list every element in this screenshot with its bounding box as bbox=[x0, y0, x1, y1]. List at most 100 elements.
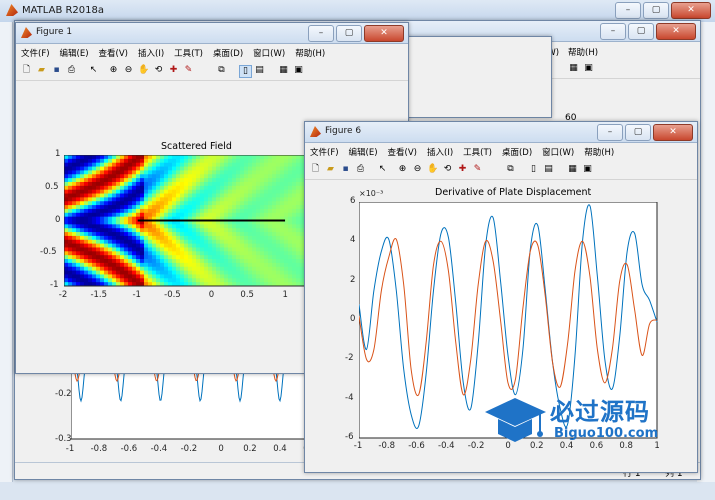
menu-file[interactable]: 文件(F) bbox=[305, 144, 344, 158]
heatmap-cell bbox=[252, 259, 257, 264]
figure6-close-button[interactable]: ✕ bbox=[653, 124, 693, 141]
heatmap-cell bbox=[256, 205, 261, 210]
middle-figure-window[interactable] bbox=[400, 36, 552, 118]
heatmap-cell bbox=[160, 155, 165, 160]
heatmap-cell bbox=[144, 251, 149, 256]
menu-desktop[interactable]: 桌面(D) bbox=[208, 45, 248, 59]
legend-icon[interactable]: ▤ bbox=[254, 65, 265, 76]
heatmap-cell bbox=[88, 197, 93, 202]
link-plot-icon[interactable]: ⧉ bbox=[216, 65, 227, 76]
heatmap-cell bbox=[224, 205, 229, 210]
heatmap-cell bbox=[120, 212, 125, 218]
open-icon[interactable]: ▰ bbox=[325, 164, 336, 175]
menu-tools[interactable]: 工具(T) bbox=[169, 45, 208, 59]
heatmap-cell bbox=[204, 166, 209, 171]
open-icon[interactable]: ▰ bbox=[36, 65, 47, 76]
menu-view[interactable]: 查看(V) bbox=[94, 45, 133, 59]
menu-tools[interactable]: 工具(T) bbox=[458, 144, 497, 158]
pointer-icon[interactable]: ↖ bbox=[377, 164, 388, 175]
menu-desktop[interactable]: 桌面(D) bbox=[497, 144, 537, 158]
save-icon[interactable]: ▪ bbox=[51, 65, 62, 76]
figure6-minimize-button[interactable]: – bbox=[597, 124, 623, 141]
menu-help[interactable]: 帮助(H) bbox=[290, 45, 330, 59]
bg-maximize-button[interactable]: ▢ bbox=[628, 23, 654, 40]
heatmap-cell bbox=[280, 239, 285, 245]
zoom-in-icon[interactable]: ⊕ bbox=[108, 65, 119, 76]
heatmap-cell bbox=[256, 228, 261, 233]
main-minimize-button[interactable]: – bbox=[615, 2, 641, 19]
menu-window[interactable]: 窗口(W) bbox=[537, 144, 579, 158]
heatmap-cell bbox=[160, 181, 165, 187]
heatmap-cell bbox=[156, 243, 161, 248]
pan-icon[interactable]: ✋ bbox=[427, 164, 438, 175]
zoom-out-icon[interactable]: ⊖ bbox=[412, 164, 423, 175]
hide-plot-tools-icon[interactable]: ▦ bbox=[278, 65, 289, 76]
bg-close-button[interactable]: ✕ bbox=[656, 23, 696, 40]
heatmap-cell bbox=[164, 247, 169, 252]
rotate-icon[interactable]: ⟲ bbox=[153, 65, 164, 76]
show-plot-tools-icon[interactable]: ▣ bbox=[582, 164, 593, 175]
heatmap-cell bbox=[224, 189, 229, 195]
heatmap-cell bbox=[116, 193, 121, 198]
bg-menu-help-2[interactable]: 帮助(H) bbox=[568, 46, 598, 58]
heatmap-cell bbox=[232, 266, 237, 272]
menu-window[interactable]: 窗口(W) bbox=[248, 45, 290, 59]
bg-minimize-button[interactable]: – bbox=[600, 23, 626, 40]
heatmap-cell bbox=[152, 162, 157, 168]
heatmap-cell bbox=[80, 166, 85, 171]
figure1-close-button[interactable]: ✕ bbox=[364, 25, 404, 42]
pan-icon[interactable]: ✋ bbox=[138, 65, 149, 76]
brush-icon[interactable]: ✎ bbox=[472, 164, 483, 175]
bg-xtick: -0.6 bbox=[120, 444, 138, 454]
figure1-minimize-button[interactable]: – bbox=[308, 25, 334, 42]
heatmap-cell bbox=[92, 208, 97, 214]
heatmap-cell bbox=[232, 262, 237, 268]
save-icon[interactable]: ▪ bbox=[340, 164, 351, 175]
pointer-icon[interactable]: ↖ bbox=[88, 65, 99, 76]
heatmap-cell bbox=[124, 208, 129, 214]
print-icon[interactable]: ⎙ bbox=[355, 164, 366, 175]
bg-grid-icon-2[interactable]: ▦ bbox=[568, 63, 579, 74]
menu-insert[interactable]: 插入(I) bbox=[133, 45, 169, 59]
bg-layout-icon-2[interactable]: ▣ bbox=[583, 63, 594, 74]
print-icon[interactable]: ⎙ bbox=[66, 65, 77, 76]
new-figure-icon[interactable]: 🗋 bbox=[21, 65, 32, 76]
link-plot-icon[interactable]: ⧉ bbox=[505, 164, 516, 175]
zoom-in-icon[interactable]: ⊕ bbox=[397, 164, 408, 175]
data-cursor-icon[interactable]: ✚ bbox=[457, 164, 468, 175]
rotate-icon[interactable]: ⟲ bbox=[442, 164, 453, 175]
colorbar-icon[interactable]: ▯ bbox=[528, 164, 539, 175]
new-figure-icon[interactable]: 🗋 bbox=[310, 164, 321, 175]
heatmap-cell bbox=[260, 170, 265, 175]
menu-file[interactable]: 文件(F) bbox=[16, 45, 55, 59]
data-cursor-icon[interactable]: ✚ bbox=[168, 65, 179, 76]
heatmap-cell bbox=[212, 274, 217, 279]
brush-icon[interactable]: ✎ bbox=[183, 65, 194, 76]
heatmap-cell bbox=[208, 189, 213, 195]
colorbar-icon[interactable]: ▯ bbox=[239, 65, 252, 78]
menu-help[interactable]: 帮助(H) bbox=[579, 144, 619, 158]
legend-icon[interactable]: ▤ bbox=[543, 164, 554, 175]
zoom-out-icon[interactable]: ⊖ bbox=[123, 65, 134, 76]
main-close-button[interactable]: ✕ bbox=[671, 2, 711, 19]
heatmap-cell bbox=[244, 166, 249, 171]
heatmap-cell bbox=[152, 278, 157, 283]
heatmap-cell bbox=[104, 166, 109, 171]
heatmap-cell bbox=[284, 155, 289, 160]
heatmap-cell bbox=[88, 278, 93, 283]
heatmap-cell bbox=[128, 158, 133, 164]
main-maximize-button[interactable]: ▢ bbox=[643, 2, 669, 19]
heatmap-cell bbox=[68, 208, 73, 214]
heatmap-cell bbox=[204, 239, 209, 245]
menu-insert[interactable]: 插入(I) bbox=[422, 144, 458, 158]
hide-plot-tools-icon[interactable]: ▦ bbox=[567, 164, 578, 175]
menu-view[interactable]: 查看(V) bbox=[383, 144, 422, 158]
heatmap-cell bbox=[184, 235, 189, 241]
heatmap-cell bbox=[252, 208, 257, 214]
menu-edit[interactable]: 编辑(E) bbox=[55, 45, 94, 59]
show-plot-tools-icon[interactable]: ▣ bbox=[293, 65, 304, 76]
heatmap-cell bbox=[204, 158, 209, 164]
figure6-maximize-button[interactable]: ▢ bbox=[625, 124, 651, 141]
figure1-maximize-button[interactable]: ▢ bbox=[336, 25, 362, 42]
menu-edit[interactable]: 编辑(E) bbox=[344, 144, 383, 158]
